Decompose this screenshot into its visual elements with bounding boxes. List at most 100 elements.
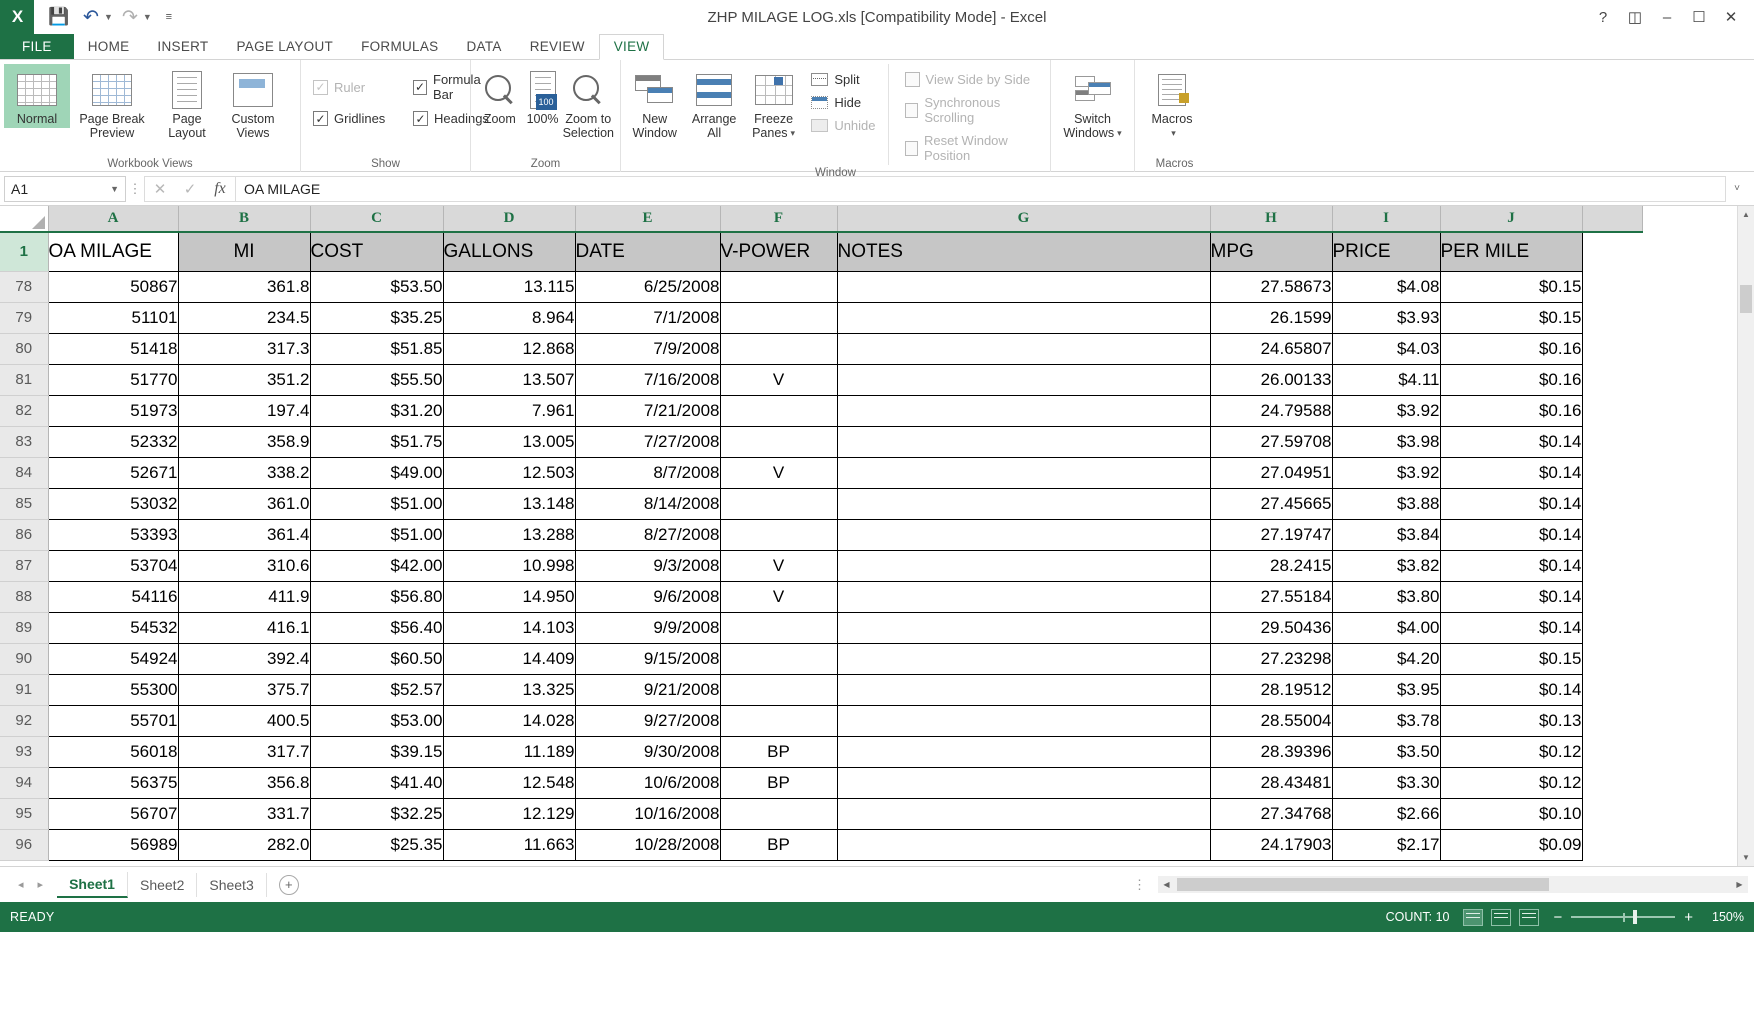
cell-C84[interactable]: $49.00 bbox=[309, 456, 444, 489]
cell-D82[interactable]: 7.961 bbox=[442, 394, 576, 427]
cell-H79[interactable]: 26.1599 bbox=[1209, 301, 1333, 334]
vertical-scroll-track[interactable] bbox=[1738, 223, 1754, 849]
cell-I96[interactable]: $2.17 bbox=[1331, 828, 1441, 861]
cell-C85[interactable]: $51.00 bbox=[309, 487, 444, 520]
cell-K84[interactable] bbox=[1582, 457, 1642, 488]
cell-I90[interactable]: $4.20 bbox=[1331, 642, 1441, 675]
cell-G93[interactable] bbox=[836, 735, 1211, 768]
cell-D78[interactable]: 13.115 bbox=[442, 270, 576, 303]
row-header-96[interactable]: 96 bbox=[0, 829, 49, 861]
cell-J87[interactable]: $0.14 bbox=[1439, 549, 1583, 582]
row-header-89[interactable]: 89 bbox=[0, 612, 49, 644]
cell-K79[interactable] bbox=[1582, 302, 1642, 333]
cell-D89[interactable]: 14.103 bbox=[442, 611, 576, 644]
tab-insert[interactable]: INSERT bbox=[143, 34, 222, 60]
cell-K88[interactable] bbox=[1582, 581, 1642, 612]
cell-B85[interactable]: 361.0 bbox=[177, 487, 311, 520]
cell-B1[interactable]: MI bbox=[177, 231, 311, 272]
cell-K78[interactable] bbox=[1582, 271, 1642, 302]
row-header-1[interactable]: 1 bbox=[0, 232, 49, 272]
cancel-icon[interactable]: ✕ bbox=[145, 177, 175, 201]
cell-E90[interactable]: 9/15/2008 bbox=[574, 642, 721, 675]
cell-I86[interactable]: $3.84 bbox=[1331, 518, 1441, 551]
cell-B95[interactable]: 331.7 bbox=[177, 797, 311, 830]
cell-C96[interactable]: $25.35 bbox=[309, 828, 444, 861]
cell-G92[interactable] bbox=[836, 704, 1211, 737]
cell-C86[interactable]: $51.00 bbox=[309, 518, 444, 551]
sheet-tab-sheet2[interactable]: Sheet2 bbox=[128, 872, 198, 897]
cell-A84[interactable]: 52671 bbox=[47, 456, 179, 489]
cell-A93[interactable]: 56018 bbox=[47, 735, 179, 768]
cell-B78[interactable]: 361.8 bbox=[177, 270, 311, 303]
cell-H89[interactable]: 29.50436 bbox=[1209, 611, 1333, 644]
cell-J83[interactable]: $0.14 bbox=[1439, 425, 1583, 458]
cell-H83[interactable]: 27.59708 bbox=[1209, 425, 1333, 458]
row-header-82[interactable]: 82 bbox=[0, 395, 49, 427]
chevron-down-icon[interactable]: ▾ bbox=[791, 126, 796, 140]
cell-J78[interactable]: $0.15 bbox=[1439, 270, 1583, 303]
cell-G84[interactable] bbox=[836, 456, 1211, 489]
cell-H95[interactable]: 27.34768 bbox=[1209, 797, 1333, 830]
cell-D96[interactable]: 11.663 bbox=[442, 828, 576, 861]
cell-A88[interactable]: 54116 bbox=[47, 580, 179, 613]
cell-K1[interactable] bbox=[1582, 232, 1642, 271]
cell-H93[interactable]: 28.39396 bbox=[1209, 735, 1333, 768]
cell-E78[interactable]: 6/25/2008 bbox=[574, 270, 721, 303]
cell-D86[interactable]: 13.288 bbox=[442, 518, 576, 551]
cell-B90[interactable]: 392.4 bbox=[177, 642, 311, 675]
chevron-down-icon[interactable]: ▼ bbox=[110, 184, 119, 194]
cell-H82[interactable]: 24.79588 bbox=[1209, 394, 1333, 427]
restore-icon[interactable]: ☐ bbox=[1684, 3, 1714, 31]
zoom-level[interactable]: 150% bbox=[1702, 910, 1744, 924]
cell-F90[interactable] bbox=[719, 642, 838, 675]
column-header-A[interactable]: A bbox=[48, 206, 179, 233]
cell-A85[interactable]: 53032 bbox=[47, 487, 179, 520]
cell-D92[interactable]: 14.028 bbox=[442, 704, 576, 737]
cell-B92[interactable]: 400.5 bbox=[177, 704, 311, 737]
page-layout-view-shortcut-icon[interactable] bbox=[1491, 908, 1512, 926]
cell-E96[interactable]: 10/28/2008 bbox=[574, 828, 721, 861]
zoom-slider[interactable] bbox=[1571, 910, 1676, 924]
cell-K81[interactable] bbox=[1582, 364, 1642, 395]
cell-J82[interactable]: $0.16 bbox=[1439, 394, 1583, 427]
cell-D90[interactable]: 14.409 bbox=[442, 642, 576, 675]
page-break-view-shortcut-icon[interactable] bbox=[1519, 908, 1540, 926]
cell-G80[interactable] bbox=[836, 332, 1211, 365]
cell-C88[interactable]: $56.80 bbox=[309, 580, 444, 613]
page-break-preview-button[interactable]: Page Break Preview bbox=[70, 64, 154, 142]
synchronous-scrolling-button[interactable]: Synchronous Scrolling bbox=[901, 93, 1046, 127]
row-header-85[interactable]: 85 bbox=[0, 488, 49, 520]
cell-G91[interactable] bbox=[836, 673, 1211, 706]
cell-G87[interactable] bbox=[836, 549, 1211, 582]
switch-windows-button[interactable]: Switch Windows ▾ bbox=[1055, 64, 1130, 142]
cell-B86[interactable]: 361.4 bbox=[177, 518, 311, 551]
cell-K86[interactable] bbox=[1582, 519, 1642, 550]
cell-A83[interactable]: 52332 bbox=[47, 425, 179, 458]
cell-I89[interactable]: $4.00 bbox=[1331, 611, 1441, 644]
column-header-B[interactable]: B bbox=[178, 206, 311, 233]
sheet-tab-sheet3[interactable]: Sheet3 bbox=[197, 872, 267, 897]
cell-G89[interactable] bbox=[836, 611, 1211, 644]
row-header-88[interactable]: 88 bbox=[0, 581, 49, 613]
expand-formula-bar-icon[interactable]: ˅ bbox=[1726, 183, 1748, 194]
cell-B81[interactable]: 351.2 bbox=[177, 363, 311, 396]
cell-C94[interactable]: $41.40 bbox=[309, 766, 444, 799]
cell-D81[interactable]: 13.507 bbox=[442, 363, 576, 396]
unhide-button[interactable]: Unhide bbox=[807, 116, 879, 135]
cell-I95[interactable]: $2.66 bbox=[1331, 797, 1441, 830]
column-header-J[interactable]: J bbox=[1440, 206, 1583, 233]
cell-I85[interactable]: $3.88 bbox=[1331, 487, 1441, 520]
cell-A94[interactable]: 56375 bbox=[47, 766, 179, 799]
cell-F79[interactable] bbox=[719, 301, 838, 334]
cell-J85[interactable]: $0.14 bbox=[1439, 487, 1583, 520]
cell-B91[interactable]: 375.7 bbox=[177, 673, 311, 706]
custom-views-button[interactable]: Custom Views bbox=[220, 64, 286, 142]
freeze-panes-button[interactable]: Freeze Panes ▾ bbox=[744, 64, 803, 142]
cell-J88[interactable]: $0.14 bbox=[1439, 580, 1583, 613]
cell-C80[interactable]: $51.85 bbox=[309, 332, 444, 365]
cell-J81[interactable]: $0.16 bbox=[1439, 363, 1583, 396]
cell-K96[interactable] bbox=[1582, 829, 1642, 860]
row-header-84[interactable]: 84 bbox=[0, 457, 49, 489]
cell-B96[interactable]: 282.0 bbox=[177, 828, 311, 861]
column-header-G[interactable]: G bbox=[837, 206, 1211, 233]
